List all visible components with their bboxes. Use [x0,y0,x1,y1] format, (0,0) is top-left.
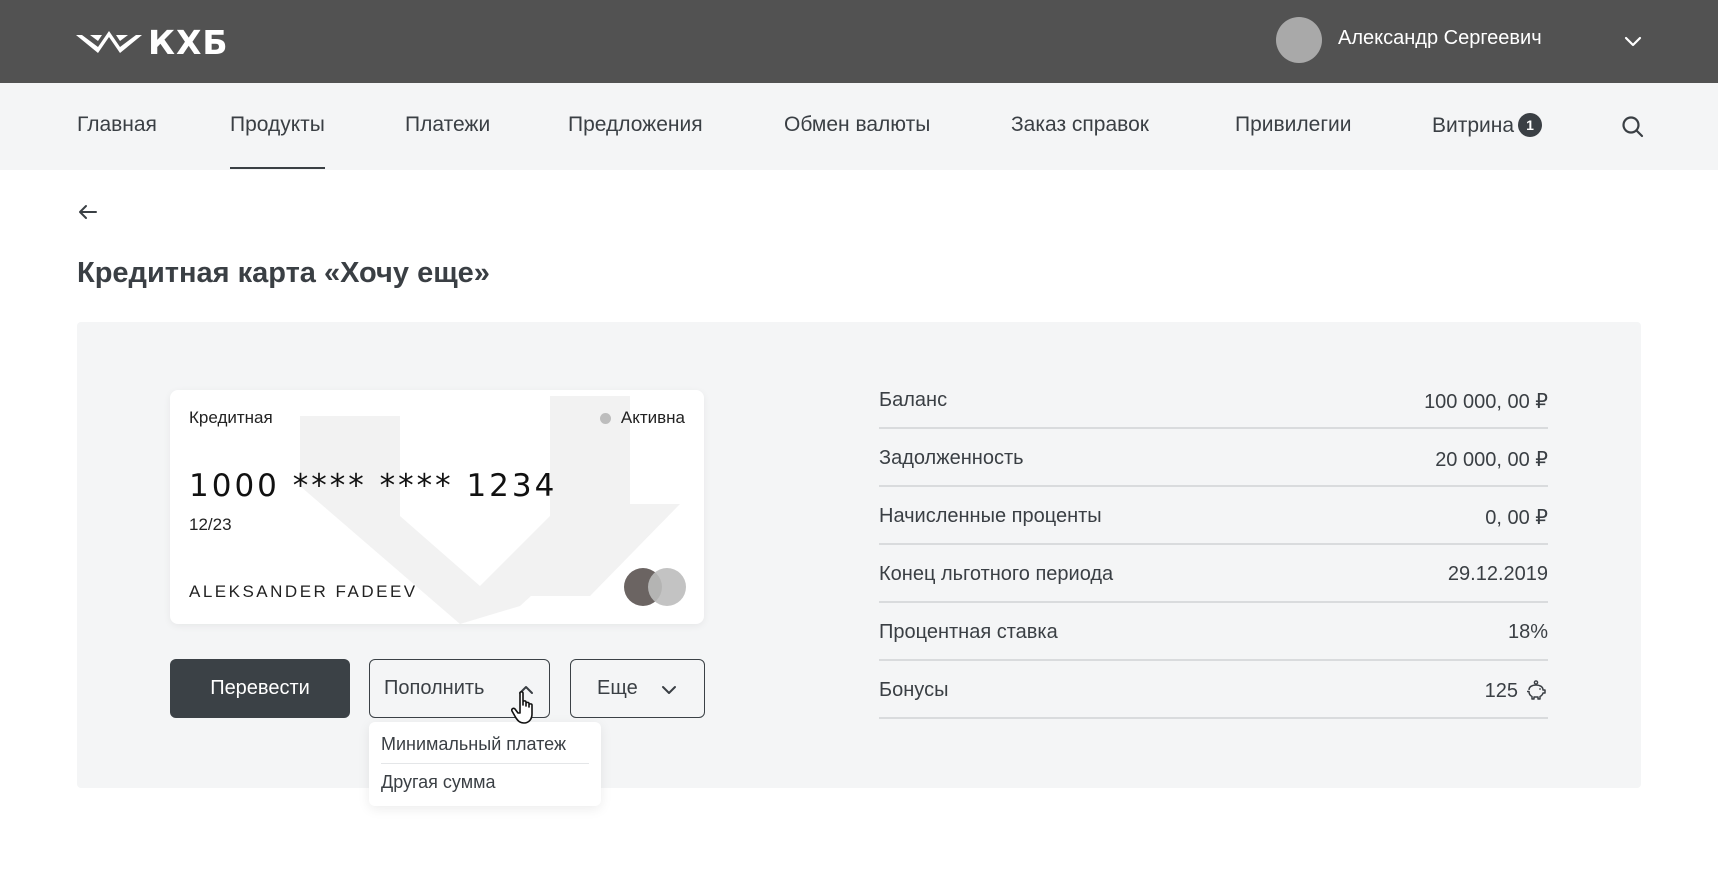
back-arrow-icon[interactable] [76,200,100,224]
avatar[interactable] [1276,17,1322,63]
info-label: Задолженность [879,447,1024,469]
card-expiry: 12/23 [189,515,232,534]
info-value: 0, 00 ₽ [1485,507,1548,529]
nav-item-showcase[interactable]: Витрина 1 [1432,113,1543,138]
more-button-label: Еще [597,677,638,699]
transfer-button[interactable]: Перевести [170,659,350,718]
info-row-debt: Задолженность 20 000, 00 ₽ [879,429,1548,487]
more-button[interactable]: Еще [570,659,705,718]
chevron-down-icon[interactable] [1622,30,1644,52]
logo-text: КХБ [148,22,229,62]
info-value: 20 000, 00 ₽ [1435,449,1548,471]
menu-item-other-amount[interactable]: Другая сумма [381,772,496,793]
bank-logo[interactable]: КХБ [76,22,229,62]
top-up-button-label: Пополнить [384,677,485,699]
nav-item-products[interactable]: Продукты [230,113,325,169]
nav-item-currency-exchange[interactable]: Обмен валюты [784,113,930,137]
logo-icon [76,31,142,53]
info-label: Бонусы [879,679,949,701]
menu-divider [381,763,589,764]
top-bar: КХБ Александр Сергеевич [0,0,1718,83]
nav-item-main[interactable]: Главная [77,113,157,137]
menu-item-minimum-payment[interactable]: Минимальный платеж [381,734,566,755]
info-row-bonuses: Бонусы 125 [879,661,1548,719]
nav-item-privileges[interactable]: Привилегии [1235,113,1351,137]
info-row-balance: Баланс 100 000, 00 ₽ [879,371,1548,429]
page-title: Кредитная карта «Хочу еще» [77,257,490,289]
info-value: 29.12.2019 [1447,563,1548,585]
mastercard-icon [624,568,686,606]
user-name[interactable]: Александр Сергеевич [1338,27,1542,50]
hand-cursor-icon [511,691,533,724]
info-value-bonuses: 125 [1485,679,1548,703]
info-row-grace-period-end: Конец льготного периода 29.12.2019 [879,545,1548,603]
bonus-amount: 125 [1484,679,1518,702]
top-up-dropdown-menu: Минимальный платеж Другая сумма [369,722,601,806]
search-icon[interactable] [1620,114,1646,140]
info-label: Конец льготного периода [879,563,1114,585]
info-label: Баланс [879,389,948,411]
chevron-down-icon [662,686,676,694]
card-type: Кредитная [189,408,273,427]
card-status: Активна [599,408,685,428]
info-value: 18% [1507,621,1548,643]
info-value: 100 000, 00 ₽ [1424,391,1548,413]
notification-badge: 1 [1518,113,1543,137]
info-row-accrued-interest: Начисленные проценты 0, 00 ₽ [879,487,1548,545]
status-dot-icon [599,412,611,424]
info-label: Начисленные проценты [879,505,1102,527]
card-status-label: Активна [620,408,685,427]
credit-card[interactable]: Кредитная Активна 1000 **** **** 1234 12… [170,390,704,624]
card-holder: ALEKSANDER FADEEV [189,582,418,601]
nav-item-payments[interactable]: Платежи [405,113,490,137]
nav-item-certificates[interactable]: Заказ справок [1011,113,1149,137]
main-nav: Главная Продукты Платежи Предложения Обм… [0,83,1718,170]
info-label: Процентная ставка [879,621,1058,643]
piggy-bank-icon [1527,680,1546,700]
nav-item-offers[interactable]: Предложения [568,113,703,137]
nav-item-showcase-label: Витрина [1432,114,1515,137]
card-number: 1000 **** **** 1234 [189,468,558,504]
info-row-interest-rate: Процентная ставка 18% [879,603,1548,661]
